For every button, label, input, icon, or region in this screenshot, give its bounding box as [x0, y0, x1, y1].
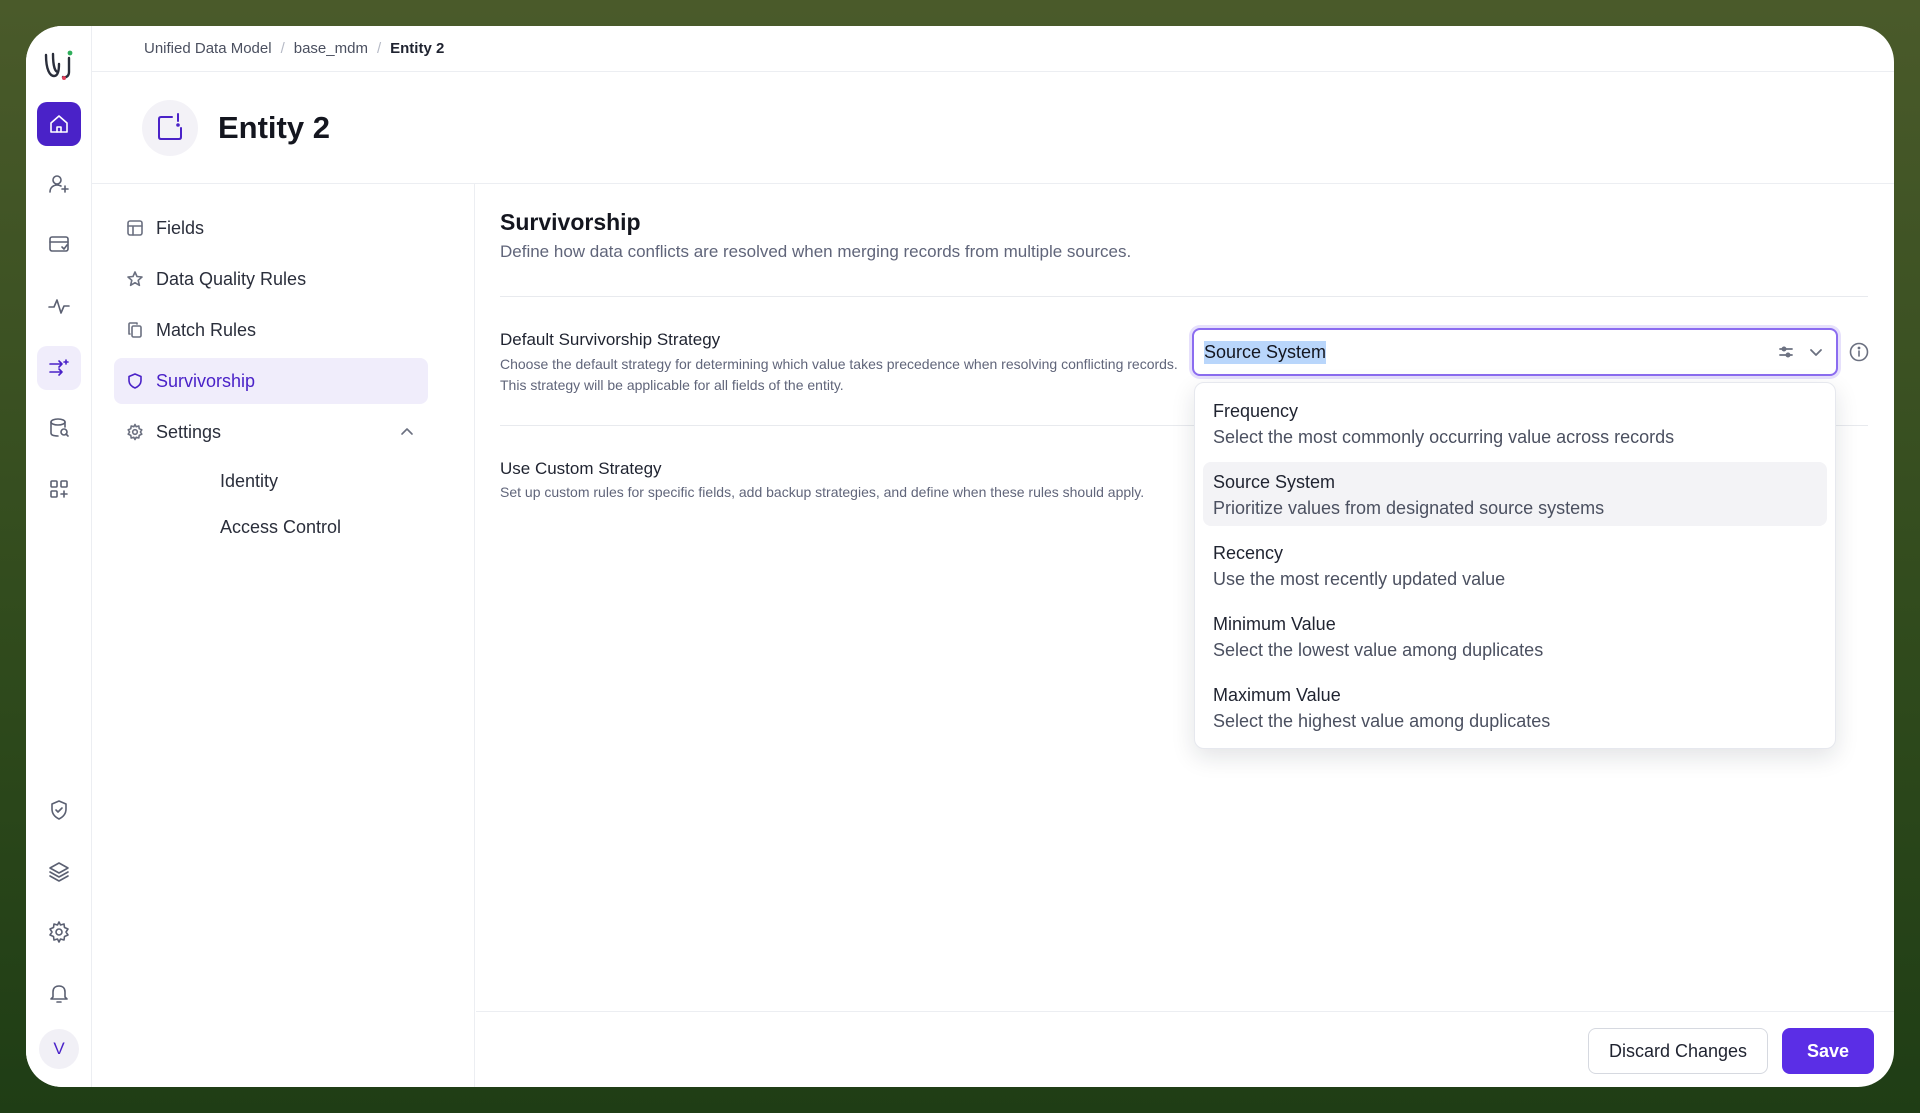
- page-title: Entity 2: [218, 109, 330, 145]
- copy-icon: [128, 322, 142, 338]
- shield-icon: [128, 373, 142, 389]
- option-frequency[interactable]: Frequency Select the most commonly occur…: [1203, 391, 1827, 455]
- option-source-system[interactable]: Source System Prioritize values from des…: [1203, 462, 1827, 526]
- option-recency[interactable]: Recency Use the most recently updated va…: [1203, 533, 1827, 597]
- option-title: Frequency: [1213, 401, 1299, 421]
- option-description: Select the lowest value among duplicates: [1213, 640, 1544, 660]
- option-description: Prioritize values from designated source…: [1213, 498, 1605, 518]
- option-title: Recency: [1213, 543, 1284, 563]
- option-description: Select the highest value among duplicate…: [1213, 711, 1551, 731]
- option-description: Select the most commonly occurring value…: [1213, 427, 1675, 447]
- security-button[interactable]: [37, 788, 81, 832]
- database-search-button[interactable]: [37, 406, 81, 450]
- default-strategy-label: Default Survivorship Strategy: [500, 330, 721, 349]
- users-button[interactable]: [37, 162, 81, 206]
- breadcrumb-item[interactable]: Unified Data Model: [144, 40, 272, 57]
- user-sparkle-icon: [49, 175, 69, 193]
- sidebar-subitem-identity[interactable]: Identity: [220, 471, 278, 492]
- user-avatar[interactable]: V: [39, 1029, 79, 1069]
- breadcrumb-item[interactable]: base_mdm: [294, 40, 368, 57]
- sidebar-item-data-quality-rules[interactable]: Data Quality Rules: [114, 256, 428, 302]
- option-description: Use the most recently updated value: [1213, 569, 1506, 589]
- breadcrumb-separator: /: [376, 40, 382, 57]
- apps-grid-icon: [50, 480, 68, 498]
- gear-icon: [127, 423, 143, 441]
- shield-check-icon: [51, 800, 67, 820]
- entity-avatar: [142, 99, 198, 156]
- merge-button[interactable]: [37, 346, 81, 390]
- app-logo-icon[interactable]: [41, 46, 77, 82]
- app-window: V Unified Data Model / base_mdm / Entity…: [26, 26, 1894, 1087]
- survivorship-panel: Survivorship Define how data conflicts a…: [476, 184, 1894, 1087]
- option-maximum-value[interactable]: Maximum Value Select the highest value a…: [1203, 675, 1827, 739]
- default-strategy-select[interactable]: Source System: [1192, 328, 1838, 376]
- merge-arrows-icon: [49, 359, 69, 376]
- entity-header: Entity 2: [92, 72, 1894, 184]
- data-button[interactable]: [37, 223, 81, 267]
- sidebar-item-match-rules[interactable]: Match Rules: [114, 307, 428, 353]
- sidebar-item-label: Match Rules: [156, 319, 257, 340]
- chevron-up-icon[interactable]: [398, 423, 416, 441]
- sidebar-item-settings[interactable]: Settings: [114, 409, 428, 455]
- entity-alert-icon: [158, 112, 182, 140]
- table-icon: [127, 220, 143, 236]
- sidebar-item-label: Data Quality Rules: [156, 268, 307, 289]
- discard-changes-button[interactable]: Discard Changes: [1588, 1028, 1768, 1074]
- apps-button[interactable]: [37, 467, 81, 511]
- entity-sidebar: Fields Data Quality Rules Match Rules Su…: [92, 184, 475, 1087]
- settings-button[interactable]: [37, 910, 81, 954]
- save-button[interactable]: Save: [1782, 1028, 1874, 1074]
- breadcrumb-current: Entity 2: [390, 40, 445, 57]
- sidebar-item-label: Settings: [156, 421, 222, 442]
- home-icon: [50, 115, 68, 133]
- gear-icon: [49, 921, 69, 943]
- option-title: Maximum Value: [1213, 685, 1341, 705]
- option-title: Minimum Value: [1213, 614, 1336, 634]
- section-title: Survivorship: [500, 209, 641, 235]
- custom-strategy-help: Set up custom rules for specific fields,…: [500, 484, 1145, 500]
- icon-rail: V: [26, 26, 92, 1087]
- database-card-icon: [49, 236, 69, 252]
- breadcrumb-separator: /: [280, 40, 285, 57]
- notifications-button[interactable]: [37, 971, 81, 1015]
- layers-icon: [49, 862, 69, 882]
- default-strategy-help: Choose the default strategy for determin…: [500, 356, 1178, 393]
- home-button[interactable]: [37, 102, 81, 146]
- sidebar-subitem-access-control[interactable]: Access Control: [220, 517, 341, 538]
- strategy-dropdown: Frequency Select the most commonly occur…: [1194, 382, 1836, 749]
- select-value[interactable]: Source System: [1204, 340, 1327, 364]
- sidebar-item-label: Survivorship: [156, 370, 256, 391]
- sidebar-item-survivorship[interactable]: Survivorship: [114, 358, 428, 404]
- database-search-icon: [50, 418, 69, 437]
- chevron-down-icon[interactable]: [1806, 342, 1826, 362]
- activity-button[interactable]: [37, 284, 81, 328]
- layers-button[interactable]: [37, 849, 81, 893]
- divider: [500, 296, 1868, 297]
- option-title: Source System: [1213, 472, 1336, 492]
- star-icon: [127, 271, 143, 287]
- sidebar-item-label: Fields: [156, 217, 205, 238]
- custom-strategy-label: Use Custom Strategy: [500, 459, 662, 478]
- sliders-icon[interactable]: [1778, 344, 1794, 360]
- sidebar-item-fields[interactable]: Fields: [114, 205, 428, 251]
- pulse-icon: [48, 299, 70, 314]
- info-icon[interactable]: [1848, 341, 1870, 363]
- breadcrumb: Unified Data Model / base_mdm / Entity 2: [92, 26, 1894, 72]
- action-footer: Discard Changes Save: [476, 1011, 1894, 1087]
- option-minimum-value[interactable]: Minimum Value Select the lowest value am…: [1203, 604, 1827, 668]
- section-subtitle: Define how data conflicts are resolved w…: [500, 242, 1132, 261]
- bell-icon: [50, 985, 68, 1003]
